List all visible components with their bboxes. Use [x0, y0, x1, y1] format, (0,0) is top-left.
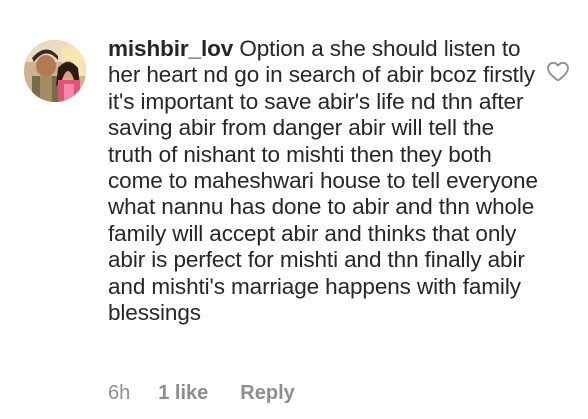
comment-timestamp: 6h — [108, 382, 131, 404]
comment-username[interactable]: mishbir_lov — [108, 36, 233, 61]
comment-meta-row: 6h 1 like Reply — [108, 382, 295, 405]
avatar-image — [24, 40, 86, 102]
reply-button[interactable]: Reply — [240, 382, 294, 405]
heart-outline-icon — [547, 61, 569, 82]
likes-count-link[interactable]: 1 like — [158, 382, 208, 405]
like-button[interactable] — [546, 60, 570, 82]
comment-body: mishbir_lov Option a she should listen t… — [108, 36, 538, 326]
comment-text: Option a she should listen to her heart … — [108, 36, 538, 326]
avatar[interactable] — [24, 40, 86, 102]
